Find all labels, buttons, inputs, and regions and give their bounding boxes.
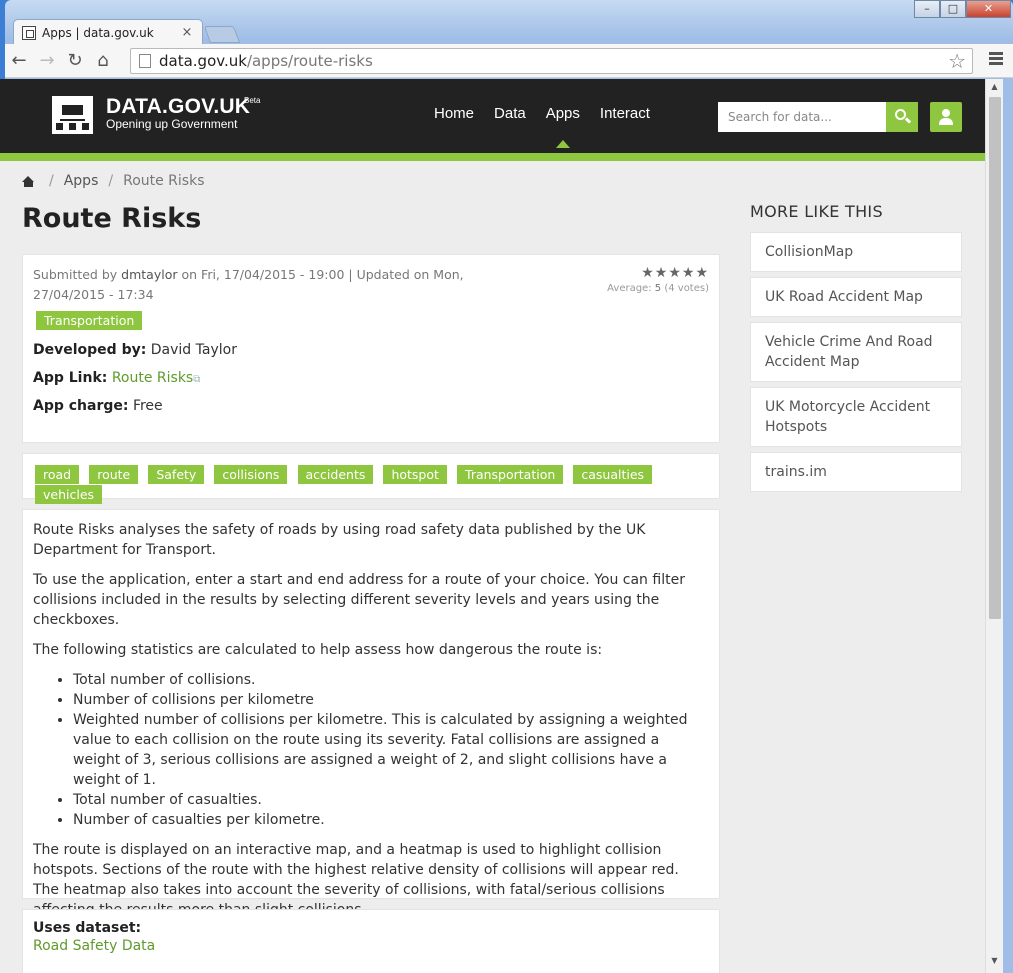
user-icon: [942, 109, 950, 117]
favicon-icon: [22, 25, 36, 40]
header-accent-bar: [0, 153, 985, 161]
list-item: Number of casualties per kilometre.: [73, 810, 709, 830]
site-logo-icon[interactable]: [52, 96, 93, 134]
description-paragraph: Route Risks analyses the safety of roads…: [33, 522, 646, 558]
chrome-menu-icon[interactable]: [989, 52, 1003, 67]
tag-accidents[interactable]: accidents: [297, 465, 374, 484]
bookmark-star-icon[interactable]: ☆: [948, 49, 966, 73]
search-button[interactable]: [886, 102, 918, 132]
tab-title: Apps | data.gov.uk: [42, 25, 154, 40]
tag-casualties[interactable]: casualties: [573, 465, 653, 484]
more-like-this-heading: MORE LIKE THIS: [750, 202, 883, 221]
submission-info: Submitted by dmtaylor on Fri, 17/04/2015…: [33, 267, 464, 302]
description-paragraph: The route is displayed on an interactive…: [33, 842, 679, 918]
reload-icon[interactable]: ↻: [61, 47, 89, 75]
list-item: Total number of casualties.: [73, 790, 709, 810]
dataset-label: Uses dataset:: [33, 920, 142, 936]
list-item: Total number of collisions.: [73, 670, 709, 690]
app-charge-row: App charge: Free: [33, 398, 163, 414]
description-panel: Route Risks analyses the safety of roads…: [22, 509, 720, 918]
tags-panel: road route Safety collisions accidents h…: [22, 453, 720, 504]
close-window-button[interactable]: ✕: [966, 0, 1011, 18]
nav-data[interactable]: Data: [494, 105, 526, 122]
description-paragraph: The following statistics are calculated …: [33, 642, 603, 658]
related-app-link[interactable]: trains.im: [750, 452, 962, 492]
site-name[interactable]: DATA.GOV.UK: [106, 95, 250, 119]
scrollbar-thumb[interactable]: [989, 97, 1001, 619]
tab-close-icon[interactable]: ×: [180, 25, 194, 40]
related-app-link[interactable]: UK Motorcycle Accident Hotspots: [750, 387, 962, 447]
minimize-button[interactable]: –: [914, 0, 940, 18]
author-link[interactable]: dmtaylor: [121, 267, 177, 282]
list-item: Number of collisions per kilometre: [73, 690, 709, 710]
address-bar[interactable]: data.gov.uk/apps/route-risks ☆: [130, 48, 973, 74]
breadcrumb-separator: /: [108, 173, 114, 189]
nav-home[interactable]: Home: [434, 105, 474, 122]
window-controls: – □ ✕: [914, 0, 1011, 18]
dataset-panel: Uses dataset: Road Safety Data: [22, 909, 720, 973]
home-icon[interactable]: [22, 175, 35, 187]
breadcrumb-separator: /: [49, 173, 54, 189]
dataset-link[interactable]: Road Safety Data: [33, 938, 155, 954]
url-text: data.gov.uk/apps/route-risks: [159, 52, 373, 70]
category-tag[interactable]: Transportation: [36, 311, 143, 330]
developer-name: David Taylor: [150, 342, 237, 358]
tag-vehicles[interactable]: vehicles: [35, 485, 103, 504]
breadcrumb: / Apps / Route Risks: [22, 173, 205, 189]
vertical-scrollbar[interactable]: ▲ ▼: [985, 79, 1003, 973]
tag-road[interactable]: road: [35, 465, 80, 484]
related-app-link[interactable]: UK Road Accident Map: [750, 277, 962, 317]
tag-safety[interactable]: Safety: [148, 465, 205, 484]
site-header: DATA.GOV.UK Beta Opening up Government H…: [0, 79, 985, 153]
browser-toolbar: ← → ↻ ⌂ data.gov.uk/apps/route-risks ☆: [5, 44, 1013, 78]
app-link[interactable]: Route Risks: [112, 370, 193, 386]
browser-tab[interactable]: Apps | data.gov.uk ×: [13, 19, 203, 45]
rating-average: Average: 5 (4 votes): [607, 283, 709, 294]
site-tagline: Opening up Government: [106, 117, 238, 131]
nav-interact[interactable]: Interact: [600, 105, 650, 122]
related-app-link[interactable]: CollisionMap: [750, 232, 962, 272]
related-app-link[interactable]: Vehicle Crime And Road Accident Map: [750, 322, 962, 382]
list-item: Weighted number of collisions per kilome…: [73, 710, 709, 790]
tab-strip: Apps | data.gov.uk ×: [5, 14, 1013, 45]
back-arrow-icon[interactable]: ←: [5, 47, 33, 75]
new-tab-button[interactable]: [203, 26, 241, 43]
external-link-icon: ⧉: [193, 374, 201, 385]
developer-row: Developed by: David Taylor: [33, 342, 237, 358]
app-meta-panel: Submitted by dmtaylor on Fri, 17/04/2015…: [22, 254, 720, 443]
nav-apps[interactable]: Apps: [546, 105, 580, 148]
maximize-button[interactable]: □: [940, 0, 966, 18]
scroll-up-icon[interactable]: ▲: [986, 79, 1003, 95]
star-rating-icon[interactable]: ★★★★★: [607, 265, 709, 281]
forward-arrow-icon[interactable]: →: [33, 47, 61, 75]
beta-label: Beta: [244, 96, 261, 105]
tag-transportation[interactable]: Transportation: [457, 465, 564, 484]
home-button-icon[interactable]: ⌂: [89, 47, 117, 75]
search-input[interactable]: [718, 102, 886, 132]
tag-hotspot[interactable]: hotspot: [383, 465, 447, 484]
main-nav: Home Data Apps Interact: [424, 105, 660, 148]
tag-route[interactable]: route: [89, 465, 139, 484]
statistics-list: Total number of collisions. Number of co…: [73, 670, 709, 830]
page-title: Route Risks: [22, 203, 202, 234]
breadcrumb-current: Route Risks: [123, 173, 205, 189]
breadcrumb-apps[interactable]: Apps: [64, 173, 99, 189]
user-account-button[interactable]: [930, 102, 962, 132]
page-viewport: DATA.GOV.UK Beta Opening up Government H…: [0, 79, 985, 973]
page-icon: [139, 54, 151, 68]
description-paragraph: To use the application, enter a start an…: [33, 572, 685, 628]
app-charge-value: Free: [132, 398, 163, 414]
rating-widget: ★★★★★ Average: 5 (4 votes): [607, 265, 709, 294]
tag-collisions[interactable]: collisions: [214, 465, 288, 484]
scroll-down-icon[interactable]: ▼: [986, 953, 1003, 969]
app-link-row: App Link: Route Risks⧉: [33, 370, 201, 386]
